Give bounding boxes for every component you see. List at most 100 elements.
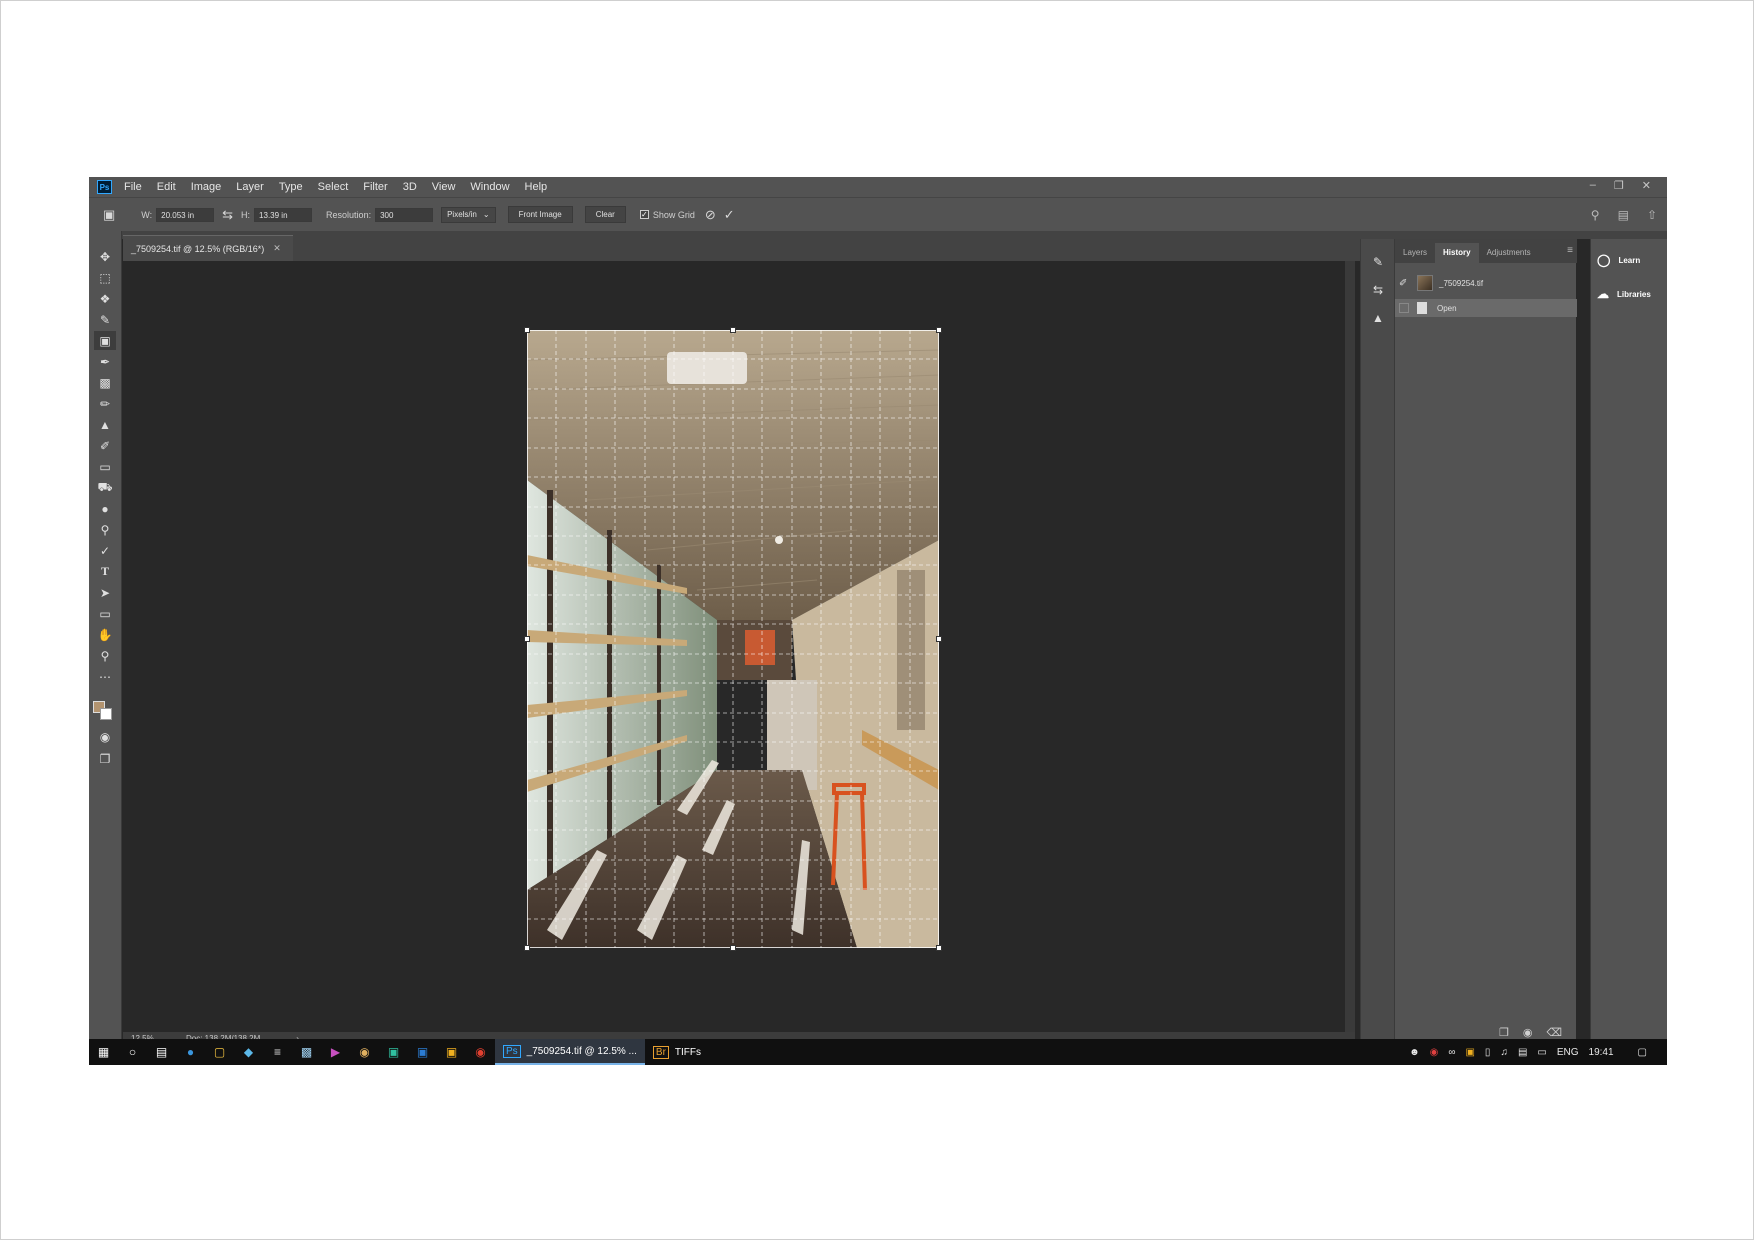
cancel-crop-icon[interactable]: ⊘ <box>705 207 716 223</box>
menu-layer[interactable]: Layer <box>236 181 264 193</box>
outlook-icon[interactable]: ▣ <box>437 1039 466 1065</box>
crop-handle-top-right[interactable] <box>936 327 942 333</box>
app-icon-3[interactable]: ▩ <box>292 1039 321 1065</box>
zoom-tool-icon[interactable]: ⚲ <box>94 646 116 665</box>
taskbar-photoshop-app[interactable]: Ps _7509254.tif @ 12.5% ... <box>495 1039 645 1065</box>
eraser-tool-icon[interactable]: ▭ <box>94 457 116 476</box>
menu-image[interactable]: Image <box>191 181 222 193</box>
menu-help[interactable]: Help <box>525 181 548 193</box>
more-tools-icon[interactable]: ⋯ <box>94 667 116 686</box>
chrome-icon[interactable]: ◉ <box>466 1039 495 1065</box>
resolution-unit-select[interactable]: Pixels/in ⌄ <box>441 206 496 223</box>
crop-handle-top[interactable] <box>730 327 736 333</box>
menu-type[interactable]: Type <box>279 181 303 193</box>
minimize-icon[interactable]: – <box>1590 179 1596 192</box>
canvas-area[interactable] <box>123 261 1345 1032</box>
screen-mode-icon[interactable]: ❐ <box>94 749 116 768</box>
dodge-tool-icon[interactable]: ⚲ <box>94 520 116 539</box>
close-tab-icon[interactable]: ✕ <box>273 243 281 254</box>
healing-brush-tool-icon[interactable]: ▩ <box>94 373 116 392</box>
volume-icon[interactable]: ♫ <box>1500 1047 1508 1058</box>
link-icon[interactable]: ∞ <box>1448 1047 1455 1058</box>
publisher-icon[interactable]: ▣ <box>379 1039 408 1065</box>
crop-handle-bottom[interactable] <box>730 945 736 951</box>
cortana-search-icon[interactable]: ○ <box>118 1039 147 1065</box>
menu-select[interactable]: Select <box>318 181 349 193</box>
clone-stamp-tool-icon[interactable]: ▲ <box>94 415 116 434</box>
brush-tool-icon[interactable]: ✏ <box>94 394 116 413</box>
notifications-icon[interactable]: ▢ <box>1638 1047 1647 1058</box>
hand-tool-icon[interactable]: ✋ <box>94 625 116 644</box>
clock[interactable]: 19:41 <box>1589 1047 1614 1058</box>
history-snapshot-row[interactable]: ✐ _7509254.tif <box>1395 271 1577 295</box>
history-source-checkbox[interactable] <box>1399 303 1409 313</box>
menu-filter[interactable]: Filter <box>363 181 387 193</box>
app-icon-4[interactable]: ▶ <box>321 1039 350 1065</box>
width-field[interactable]: 20.053 in <box>156 207 215 222</box>
menu-window[interactable]: Window <box>470 181 509 193</box>
file-explorer-icon[interactable]: ▢ <box>205 1039 234 1065</box>
trash-icon[interactable]: ⌫ <box>1546 1026 1562 1039</box>
camera-snapshot-icon[interactable]: ◉ <box>1523 1026 1533 1039</box>
tab-history[interactable]: History <box>1435 243 1479 263</box>
share-icon[interactable]: ⇧ <box>1647 208 1657 222</box>
security-icon[interactable]: ◉ <box>1430 1047 1439 1058</box>
people-icon[interactable]: ☻ <box>1409 1047 1420 1058</box>
app-icon-5[interactable]: ◉ <box>350 1039 379 1065</box>
lasso-tool-icon[interactable]: ❖ <box>94 289 116 308</box>
libraries-panel-button[interactable]: ☁ Libraries <box>1597 287 1651 301</box>
rectangle-tool-icon[interactable]: ▭ <box>94 604 116 623</box>
language-indicator[interactable]: ENG <box>1557 1047 1579 1058</box>
eyedropper-tool-icon[interactable]: ✒ <box>94 352 116 371</box>
height-field[interactable]: 13.39 in <box>254 207 313 222</box>
history-brush-tool-icon[interactable]: ✐ <box>94 436 116 455</box>
crop-handle-right[interactable] <box>936 636 942 642</box>
tab-adjustments[interactable]: Adjustments <box>1479 243 1539 263</box>
type-tool-icon[interactable]: T <box>94 562 116 581</box>
battery-icon[interactable]: ▯ <box>1485 1047 1491 1058</box>
quick-selection-tool-icon[interactable]: ✎ <box>94 310 116 329</box>
document-image[interactable] <box>524 327 942 951</box>
move-tool-icon[interactable]: ✥ <box>94 247 116 266</box>
app-icon-1[interactable]: ◆ <box>234 1039 263 1065</box>
history-brush-source-icon[interactable]: ✐ <box>1399 278 1413 289</box>
marquee-tool-icon[interactable]: ⬚ <box>94 268 116 287</box>
swap-dimensions-icon[interactable]: ⇆ <box>222 207 233 223</box>
menu-view[interactable]: View <box>432 181 456 193</box>
crop-tool-preset-icon[interactable]: ▣ <box>103 207 115 223</box>
taskbar-bridge-app[interactable]: Br TIFFs <box>645 1039 709 1065</box>
windows-start-icon[interactable]: ▦ <box>89 1039 118 1065</box>
display-icon[interactable]: ▭ <box>1537 1047 1546 1058</box>
resolution-field[interactable]: 300 <box>375 207 434 222</box>
menu-file[interactable]: File <box>124 181 142 193</box>
new-document-from-state-icon[interactable]: ❐ <box>1499 1026 1509 1039</box>
show-grid-checkbox[interactable]: ✓ <box>639 210 649 219</box>
workspace-icon[interactable]: ▤ <box>1618 208 1629 222</box>
restore-icon[interactable]: ❐ <box>1614 179 1624 192</box>
task-view-icon[interactable]: ▤ <box>147 1039 176 1065</box>
brush-settings-icon[interactable]: ✎ <box>1366 251 1390 273</box>
pen-tool-icon[interactable]: ✓ <box>94 541 116 560</box>
clone-source-icon[interactable]: ▲ <box>1366 307 1390 329</box>
paint-bucket-tool-icon[interactable]: ⛟ <box>94 478 116 497</box>
word-icon[interactable]: ▣ <box>408 1039 437 1065</box>
menu-3d[interactable]: 3D <box>403 181 417 193</box>
adjustment-presets-icon[interactable]: ⇆ <box>1366 279 1390 301</box>
crop-handle-left[interactable] <box>524 636 530 642</box>
learn-panel-button[interactable]: ◯ Learn <box>1597 253 1640 267</box>
crop-handle-bottom-left[interactable] <box>524 945 530 951</box>
background-color-swatch[interactable] <box>100 708 112 720</box>
blur-tool-icon[interactable]: ● <box>94 499 116 518</box>
search-icon[interactable]: ⚲ <box>1591 208 1600 222</box>
crop-handle-top-left[interactable] <box>524 327 530 333</box>
crop-tool-icon[interactable]: ▣ <box>94 331 116 350</box>
crop-handle-bottom-right[interactable] <box>936 945 942 951</box>
quick-mask-icon[interactable]: ◉ <box>94 727 116 746</box>
tab-layers[interactable]: Layers <box>1395 243 1435 263</box>
edge-browser-icon[interactable]: ● <box>176 1039 205 1065</box>
close-icon[interactable]: ✕ <box>1642 179 1651 192</box>
document-tab[interactable]: _7509254.tif @ 12.5% (RGB/16*) ✕ <box>123 235 293 261</box>
menu-edit[interactable]: Edit <box>157 181 176 193</box>
path-selection-tool-icon[interactable]: ➤ <box>94 583 116 602</box>
front-image-button[interactable]: Front Image <box>507 206 573 223</box>
